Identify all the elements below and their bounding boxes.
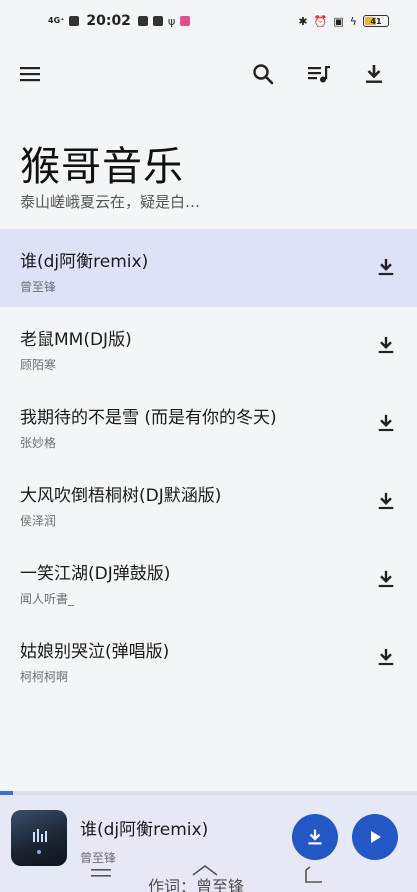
playlist-button[interactable] xyxy=(303,58,335,90)
now-playing-title: 谁(dj阿衡remix) xyxy=(80,820,209,840)
nav-recents-button[interactable] xyxy=(90,864,112,886)
system-nav-bar: 作词：曾至锋 xyxy=(0,858,417,892)
app-notification-icon xyxy=(152,16,163,26)
hd-icon xyxy=(69,16,80,26)
song-row[interactable]: 谁(dj阿衡remix) 曾至锋 xyxy=(0,229,417,307)
download-icon xyxy=(366,65,382,83)
song-artist: 张妙格 xyxy=(20,436,57,450)
song-row[interactable]: 老鼠MM(DJ版) 顾陌寒 xyxy=(0,307,417,385)
song-row[interactable]: 大风吹倒梧桐树(DJ默涵版) 侯泽润 xyxy=(0,463,417,541)
song-download-button[interactable] xyxy=(373,566,399,592)
song-title: 一笑江湖(DJ弹鼓版) xyxy=(20,564,171,584)
song-download-button[interactable] xyxy=(373,410,399,436)
status-bar: 4G⁺ 20:02 ψ ✱ ⏰ ▣ ϟ 41 xyxy=(0,0,417,42)
usb-icon: ψ xyxy=(167,14,176,28)
recents-icon xyxy=(91,869,111,877)
song-row[interactable]: 一笑江湖(DJ弹鼓版) 闻人听書_ xyxy=(0,541,417,619)
app-notification-icon xyxy=(137,16,148,26)
song-row[interactable]: 我期待的不是雪 (而是有你的冬天) 张妙格 xyxy=(0,385,417,463)
download-all-button[interactable] xyxy=(358,58,390,90)
playlist-music-icon xyxy=(308,66,330,83)
network-indicator: 4G⁺ xyxy=(48,16,65,25)
charging-icon: ϟ xyxy=(349,14,357,28)
download-icon xyxy=(308,829,322,845)
song-artist: 侯泽润 xyxy=(20,514,57,528)
song-download-button[interactable] xyxy=(373,332,399,358)
top-toolbar xyxy=(0,52,417,96)
song-artist: 闻人听書_ xyxy=(20,592,75,606)
bluetooth-icon: ✱ xyxy=(298,14,308,28)
page-title: 猴哥音乐 xyxy=(20,144,184,190)
hamburger-menu-icon xyxy=(20,67,40,82)
battery-icon: 41 xyxy=(363,15,389,27)
song-artist: 柯柯柯啊 xyxy=(20,670,69,684)
song-download-button[interactable] xyxy=(373,254,399,280)
play-button[interactable] xyxy=(352,814,398,860)
download-icon xyxy=(378,414,394,432)
nav-back-button[interactable] xyxy=(302,864,326,890)
download-icon xyxy=(378,336,394,354)
alarm-icon: ⏰ xyxy=(313,14,328,28)
song-title: 大风吹倒梧桐树(DJ默涵版) xyxy=(20,486,222,506)
app-notification-icon xyxy=(180,16,191,26)
back-icon xyxy=(305,866,322,883)
song-row[interactable]: 姑娘别哭泣(弹唱版) 柯柯柯啊 xyxy=(0,619,417,697)
song-artist: 曾至锋 xyxy=(20,280,57,294)
search-icon xyxy=(253,64,274,85)
play-icon xyxy=(371,831,381,843)
song-artist: 顾陌寒 xyxy=(20,358,57,372)
vibrate-icon: ▣ xyxy=(333,14,344,28)
song-title: 我期待的不是雪 (而是有你的冬天) xyxy=(20,408,277,428)
page-subtitle: 泰山嵯峨夏云在，疑是白… xyxy=(20,193,201,211)
download-icon xyxy=(378,258,394,276)
menu-button[interactable] xyxy=(14,58,46,90)
song-title: 谁(dj阿衡remix) xyxy=(20,252,149,272)
download-icon xyxy=(378,648,394,666)
song-title: 姑娘别哭泣(弹唱版) xyxy=(20,642,170,662)
download-icon xyxy=(378,570,394,588)
song-download-button[interactable] xyxy=(373,644,399,670)
song-list: 谁(dj阿衡remix) 曾至锋 老鼠MM(DJ版) 顾陌寒 我期待的不是雪 (… xyxy=(0,229,417,697)
player-download-button[interactable] xyxy=(292,814,338,860)
song-download-button[interactable] xyxy=(373,488,399,514)
status-time: 20:02 xyxy=(86,13,131,29)
lyric-overlay-text: 作词：曾至锋 xyxy=(148,877,245,892)
download-icon xyxy=(378,492,394,510)
song-title: 老鼠MM(DJ版) xyxy=(20,330,132,350)
search-button[interactable] xyxy=(247,58,279,90)
